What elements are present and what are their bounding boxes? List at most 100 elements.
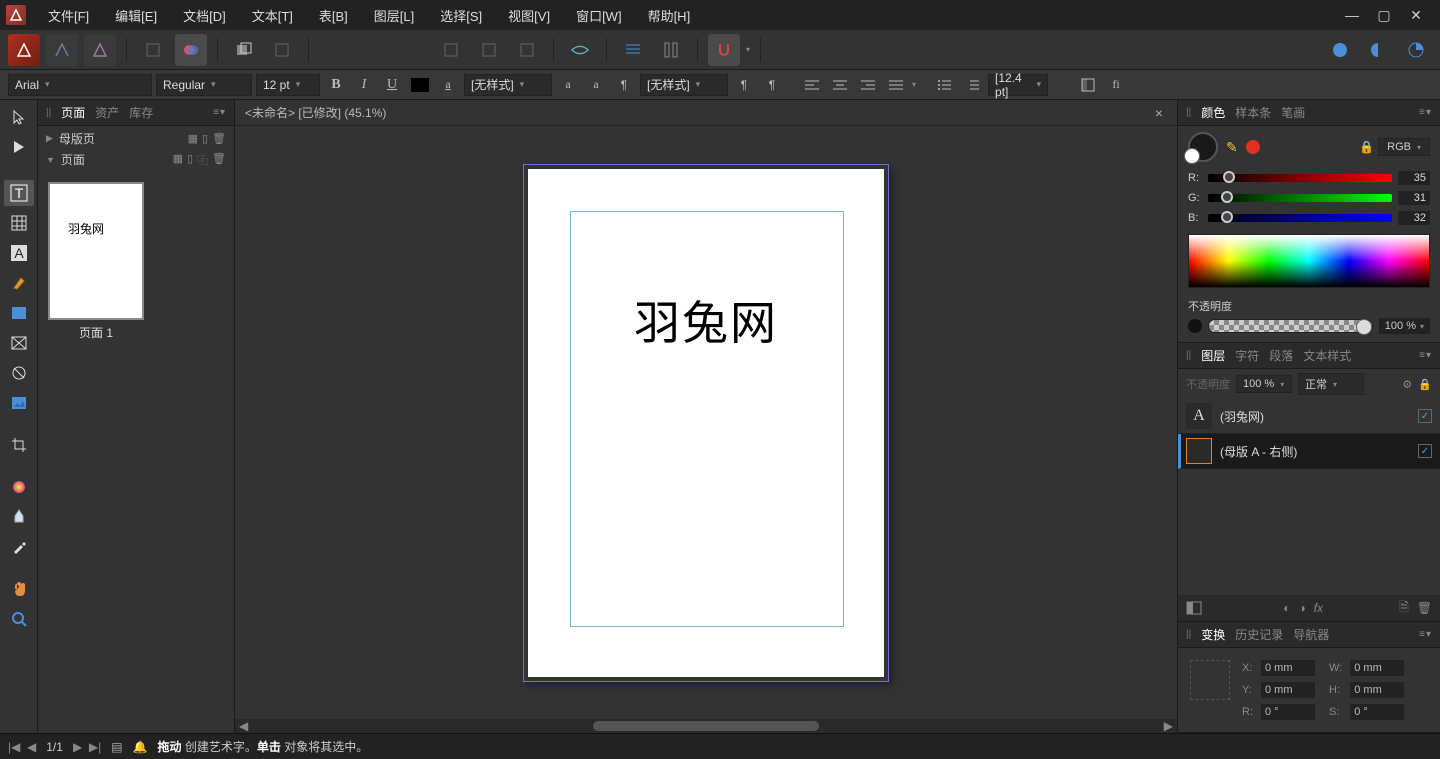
para-style-dropdown[interactable]: [无样式] <box>640 74 728 96</box>
page-nav[interactable]: |◀ ◀ <box>8 740 36 754</box>
layer-visible-0[interactable]: ✓ <box>1418 409 1432 423</box>
crop-tool[interactable] <box>4 432 34 458</box>
menu-view[interactable]: 视图[V] <box>496 2 562 29</box>
color-panel-menu[interactable]: ≡▾ <box>1419 107 1432 118</box>
tx-s[interactable]: 0 ° <box>1350 704 1404 720</box>
toolbar-btn-2[interactable] <box>175 34 207 66</box>
layers-fx-icon[interactable]: ◐ <box>1283 601 1290 615</box>
tab-transform[interactable]: 变换 <box>1201 626 1225 643</box>
layers-adj-icon[interactable]: ◑ <box>1299 601 1306 615</box>
char-style-icon[interactable]: a <box>436 74 460 96</box>
layer-opacity-dropdown[interactable]: 100 % <box>1236 375 1292 393</box>
list-number[interactable] <box>960 74 984 96</box>
toolbar-clip-1[interactable] <box>228 34 260 66</box>
page-single-icon[interactable]: ▯ <box>187 152 193 168</box>
scrollbar-thumb[interactable] <box>593 721 819 731</box>
clear-char-style[interactable]: a <box>556 74 580 96</box>
lock-layers-icon[interactable]: 🔒 <box>1418 378 1432 391</box>
text-color-button[interactable] <box>408 74 432 96</box>
char-style-dropdown[interactable]: [无样式] <box>464 74 552 96</box>
page-nav-fwd[interactable]: ▶ ▶| <box>73 740 101 754</box>
menu-file[interactable]: 文件[F] <box>36 2 101 29</box>
canvas-text[interactable]: 羽兔网 <box>634 287 778 353</box>
preflight-1[interactable] <box>1324 34 1356 66</box>
master-pages-row[interactable]: ▶ 母版页 ▦ ▯ 🗑 <box>46 130 226 147</box>
opacity-value[interactable]: 100 % <box>1379 318 1430 334</box>
tab-color[interactable]: 颜色 <box>1201 104 1225 121</box>
blue-slider[interactable] <box>1208 214 1392 222</box>
tab-stroke[interactable]: 笔画 <box>1281 104 1305 121</box>
hand-tool[interactable] <box>4 576 34 602</box>
panel-toggle-2[interactable]: fi <box>1104 74 1128 96</box>
page-delete-icon[interactable]: 🗑 <box>212 152 226 168</box>
node-tool[interactable] <box>4 134 34 160</box>
tab-assets[interactable]: 资产 <box>95 104 119 121</box>
layers-delete-icon[interactable]: 🗑 <box>1417 601 1432 615</box>
layer-visible-1[interactable]: ✓ <box>1418 444 1432 458</box>
picture-frame-tool[interactable] <box>4 330 34 356</box>
preflight-2[interactable] <box>1362 34 1394 66</box>
document-tab[interactable]: <未命名> [已修改] (45.1%) <box>245 104 386 121</box>
tx-w[interactable]: 0 mm <box>1350 660 1404 676</box>
tab-navigator[interactable]: 导航器 <box>1293 626 1329 643</box>
clear-para-style[interactable]: ¶ <box>732 74 756 96</box>
menu-table[interactable]: 表[B] <box>307 2 360 29</box>
master-delete-icon[interactable]: 🗑 <box>212 132 226 145</box>
toolbar-insert-3[interactable] <box>511 34 543 66</box>
show-pilcrow[interactable]: ¶ <box>760 74 784 96</box>
table-tool[interactable] <box>4 210 34 236</box>
tab-paragraph[interactable]: 段落 <box>1269 347 1293 364</box>
fill-stroke-swatch[interactable] <box>1188 132 1218 162</box>
layer-item-text[interactable]: A (羽兔网) ✓ <box>1178 399 1440 434</box>
gear-icon[interactable]: ⚙ <box>1402 378 1412 391</box>
menu-text[interactable]: 文本[T] <box>240 2 305 29</box>
canvas-viewport[interactable]: 羽兔网 <box>235 126 1177 719</box>
frame-text-tool[interactable]: A <box>4 240 34 266</box>
tab-history[interactable]: 历史记录 <box>1235 626 1283 643</box>
menu-layer[interactable]: 图层[L] <box>362 2 426 29</box>
transparency-tool[interactable] <box>4 504 34 530</box>
lock-icon[interactable]: 🔒 <box>1359 140 1374 154</box>
page-thumb-1[interactable]: 羽兔网 <box>48 182 144 320</box>
font-size-dropdown[interactable]: 12 pt <box>256 74 320 96</box>
b-value[interactable]: 32 <box>1398 211 1430 225</box>
place-image-tool[interactable] <box>4 390 34 416</box>
tab-layers[interactable]: 图层 <box>1201 347 1225 364</box>
pages-row[interactable]: ▼ 页面 ▦ ▯ ⿻ 🗑 <box>46 151 226 168</box>
artistic-text-tool[interactable]: T <box>4 180 34 206</box>
persona-photo[interactable] <box>46 34 78 66</box>
preflight-3[interactable] <box>1400 34 1432 66</box>
align-center[interactable] <box>828 74 852 96</box>
document-close[interactable]: × <box>1155 105 1167 121</box>
font-style-dropdown[interactable]: Regular <box>156 74 252 96</box>
snapping-dropdown[interactable]: ▾ <box>746 45 750 54</box>
layers-panel-menu[interactable]: ≡▾ <box>1419 350 1432 361</box>
toolbar-btn-1[interactable] <box>137 34 169 66</box>
color-mode-dropdown[interactable]: RGB <box>1378 138 1430 156</box>
page-spread[interactable]: 羽兔网 <box>523 164 889 682</box>
column-guides[interactable] <box>655 34 687 66</box>
list-bullet[interactable] <box>932 74 956 96</box>
tab-swatches[interactable]: 样本条 <box>1235 104 1271 121</box>
tab-stock[interactable]: 库存 <box>129 104 153 121</box>
ellipse-tool[interactable] <box>4 360 34 386</box>
blend-mode-dropdown[interactable]: 正常 <box>1298 373 1364 395</box>
page-dup-icon[interactable]: ⿻ <box>197 152 208 168</box>
rectangle-tool[interactable] <box>4 300 34 326</box>
doc-structure-icon[interactable]: ▤ <box>111 740 122 754</box>
tab-character[interactable]: 字符 <box>1235 347 1259 364</box>
color-picker-tool[interactable] <box>4 534 34 560</box>
master-single-icon[interactable]: ▯ <box>202 132 208 145</box>
menu-document[interactable]: 文档[D] <box>171 2 238 29</box>
para-style-icon[interactable]: ¶ <box>612 74 636 96</box>
zoom-tool[interactable] <box>4 606 34 632</box>
font-family-dropdown[interactable]: Arial <box>8 74 152 96</box>
para-style-icon2[interactable]: a <box>584 74 608 96</box>
layer-item-master[interactable]: (母版 A - 右侧) ✓ <box>1178 434 1440 469</box>
tab-pages[interactable]: 页面 <box>61 104 85 121</box>
opacity-slider[interactable] <box>1208 319 1373 333</box>
panel-menu[interactable]: ≡▾ <box>213 107 226 118</box>
toolbar-insert-1[interactable] <box>435 34 467 66</box>
tx-x[interactable]: 0 mm <box>1261 660 1315 676</box>
pen-tool[interactable] <box>4 270 34 296</box>
